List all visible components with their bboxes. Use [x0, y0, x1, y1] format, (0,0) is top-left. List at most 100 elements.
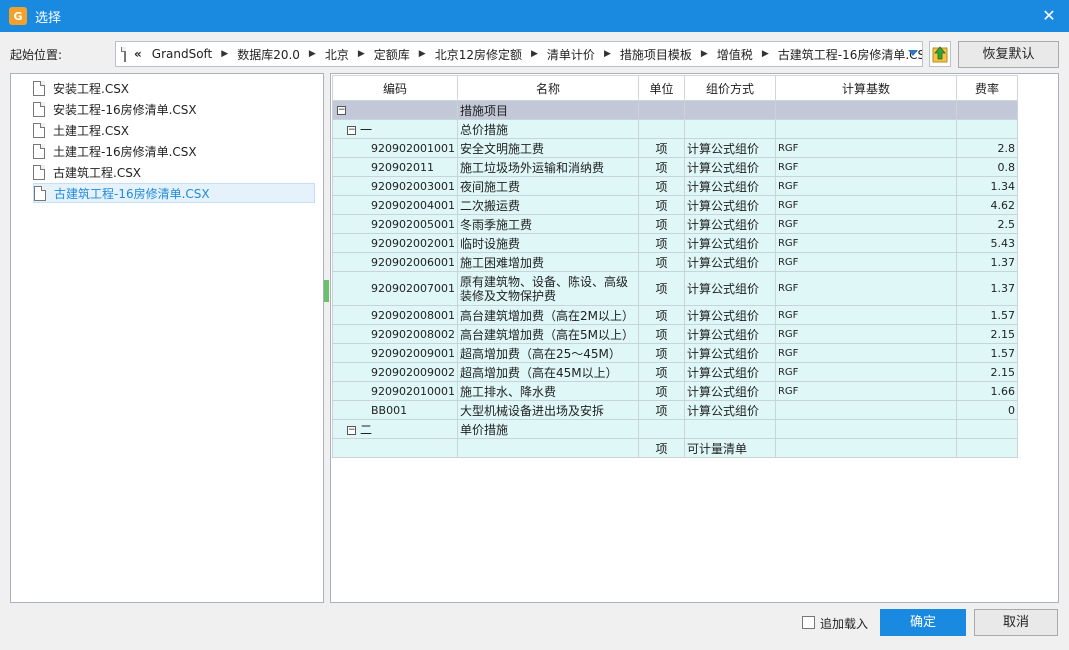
breadcrumb-back-icon[interactable]: « — [134, 47, 142, 61]
cell-rate — [955, 119, 1018, 139]
ok-button[interactable]: 确定 — [880, 609, 966, 636]
breadcrumb-item[interactable]: 数据库20.0 — [237, 46, 300, 63]
cell-method: 计算公式组价 — [683, 343, 776, 363]
cell-method: 计算公式组价 — [683, 195, 776, 215]
cell-code: − 二 — [332, 419, 458, 439]
method-text: 计算公式组价 — [686, 160, 759, 175]
name-text: 二次搬运费 — [459, 198, 520, 213]
collapse-icon[interactable]: − — [347, 425, 356, 435]
table-row[interactable]: 920902010001 施工排水、降水费 项 计算公式组价 RGF 1.66 — [332, 381, 1018, 401]
breadcrumb-separator-icon[interactable]: ▶ — [221, 49, 228, 59]
cell-unit: 项 — [637, 324, 685, 344]
reset-default-button[interactable]: 恢复默认 — [958, 41, 1059, 68]
table-row[interactable]: 920902004001 二次搬运费 项 计算公式组价 RGF 4.62 — [332, 195, 1018, 215]
append-load-checkbox[interactable] — [802, 616, 815, 629]
method-text: 计算公式组价 — [686, 327, 759, 342]
close-button[interactable]: ✕ — [1039, 6, 1059, 26]
file-item[interactable]: 古建筑工程-16房修清单.CSX — [33, 183, 315, 203]
cell-name: 超高增加费（高在25～45M） — [456, 343, 639, 363]
breadcrumb-separator-icon[interactable]: ▶ — [762, 49, 769, 59]
column-header[interactable]: 组价方式 — [683, 75, 776, 101]
table-row[interactable]: 920902002001 临时设施费 项 计算公式组价 RGF 5.43 — [332, 233, 1018, 253]
collapse-icon[interactable]: − — [347, 125, 356, 135]
table-row[interactable]: 920902009002 超高增加费（高在45M以上） 项 计算公式组价 RGF 2.15 — [332, 362, 1018, 382]
breadcrumb-separator-icon[interactable]: ▶ — [309, 49, 316, 59]
table-row[interactable]: 920902008002 高台建筑增加费（高在5M以上） 项 计算公式组价 RGF 2.1… — [332, 324, 1018, 344]
code-text: 920902002001 — [371, 236, 455, 250]
column-header[interactable]: 费率 — [955, 75, 1018, 101]
breadcrumb-item[interactable]: GrandSoft — [152, 47, 213, 61]
breadcrumb-item[interactable]: 北京12房修定额 — [435, 46, 522, 63]
file-icon — [33, 122, 45, 138]
table-row[interactable]: 920902003001 夜间施工费 项 计算公式组价 RGF 1.34 — [332, 176, 1018, 196]
breadcrumb: GrandSoft ▶ 数据库20.0 ▶ 北京 ▶ 定额库 ▶ 北京12房修定额 ▶ 清单计价 ▶ 措… — [152, 46, 922, 63]
breadcrumb-item[interactable]: 清单计价 — [547, 46, 595, 63]
table-row[interactable]: 920902005001 冬雨季施工费 项 计算公式组价 RGF 2.5 — [332, 214, 1018, 234]
cell-name: 施工垃圾场外运输和消纳费 — [456, 157, 639, 177]
method-text: 计算公式组价 — [686, 141, 759, 156]
file-icon — [33, 80, 45, 96]
table-row[interactable]: 920902007001 原有建筑物、设备、陈设、高级装修及文物保护费 项 计算公式组… — [332, 271, 1018, 306]
name-text: 总价措施 — [459, 122, 508, 137]
cell-rate — [955, 438, 1018, 458]
cell-base: RGF — [774, 252, 957, 272]
file-item[interactable]: 安装工程.CSX — [33, 78, 129, 98]
name-text: 大型机械设备进出场及安拆 — [459, 403, 604, 418]
breadcrumb-item[interactable]: 措施项目模板 — [620, 46, 692, 63]
cell-unit: 项 — [637, 157, 685, 177]
cell-base — [774, 400, 957, 420]
breadcrumb-separator-icon[interactable]: ▶ — [419, 49, 426, 59]
chevron-down-icon[interactable] — [908, 50, 918, 56]
path-bar[interactable]: « GrandSoft ▶ 数据库20.0 ▶ 北京 ▶ 定额库 ▶ 北京12房修定额 ▶ 清单计价… — [115, 41, 923, 67]
splitter-handle[interactable] — [324, 280, 329, 302]
column-header[interactable]: 单位 — [637, 75, 685, 101]
file-name: 安装工程-16房修清单.CSX — [53, 102, 197, 117]
go-up-button[interactable] — [929, 41, 951, 67]
table-row[interactable]: 920902006001 施工困难增加费 项 计算公式组价 RGF 1.37 — [332, 252, 1018, 272]
cell-name: 总价措施 — [456, 119, 639, 139]
breadcrumb-item[interactable]: 古建筑工程-16房修清单.CSX — [778, 46, 922, 63]
file-item[interactable]: 古建筑工程.CSX — [33, 162, 141, 182]
cell-code: 920902007001 — [332, 271, 458, 306]
column-header[interactable]: 计算基数 — [774, 75, 957, 101]
file-item[interactable]: 土建工程-16房修清单.CSX — [33, 141, 197, 161]
cell-unit — [637, 100, 685, 120]
table-row[interactable]: 920902009001 超高增加费（高在25～45M） 项 计算公式组价 RGF 1.5… — [332, 343, 1018, 363]
cell-method: 计算公式组价 — [683, 324, 776, 344]
breadcrumb-item[interactable]: 增值税 — [717, 46, 753, 63]
cell-base: RGF — [774, 343, 957, 363]
cell-rate: 1.34 — [955, 176, 1018, 196]
breadcrumb-separator-icon[interactable]: ▶ — [531, 49, 538, 59]
breadcrumb-separator-icon[interactable]: ▶ — [604, 49, 611, 59]
table-row[interactable]: 920902011 施工垃圾场外运输和消纳费 项 计算公式组价 RGF 0.8 — [332, 157, 1018, 177]
unit-text: 项 — [655, 198, 668, 213]
title-bar: G 选择 ✕ — [0, 0, 1069, 32]
collapse-icon[interactable]: − — [337, 106, 346, 115]
cancel-button[interactable]: 取消 — [974, 609, 1058, 636]
code-text: 920902010001 — [371, 384, 455, 398]
cell-unit: 项 — [637, 362, 685, 382]
table-row[interactable]: − 措施项目 — [332, 100, 1018, 120]
breadcrumb-item[interactable]: 北京 — [325, 46, 349, 63]
unit-text: 项 — [655, 255, 668, 270]
table-row[interactable]: 920902001001 安全文明施工费 项 计算公式组价 RGF 2.8 — [332, 138, 1018, 158]
breadcrumb-separator-icon[interactable]: ▶ — [701, 49, 708, 59]
cell-rate: 2.15 — [955, 362, 1018, 382]
table-row[interactable]: − 一总价措施 — [332, 119, 1018, 139]
file-item[interactable]: 土建工程.CSX — [33, 120, 129, 140]
unit-text: 项 — [655, 365, 668, 380]
cell-base — [774, 419, 957, 439]
table-row[interactable]: BB001 大型机械设备进出场及安拆 项 计算公式组价 0 — [332, 400, 1018, 420]
file-item[interactable]: 安装工程-16房修清单.CSX — [33, 99, 197, 119]
file-icon — [33, 101, 45, 117]
cell-rate: 0 — [955, 400, 1018, 420]
column-header[interactable]: 名称 — [456, 75, 639, 101]
breadcrumb-separator-icon[interactable]: ▶ — [358, 49, 365, 59]
cell-name: 施工排水、降水费 — [456, 381, 639, 401]
column-header[interactable]: 编码 — [332, 75, 458, 101]
table-row[interactable]: 920902008001 高台建筑增加费（高在2M以上） 项 计算公式组价 RGF 1.5… — [332, 305, 1018, 325]
cell-code: 920902010001 — [332, 381, 458, 401]
table-row[interactable]: 项 可计量清单 — [332, 438, 1018, 458]
breadcrumb-item[interactable]: 定额库 — [374, 46, 410, 63]
table-row[interactable]: − 二单价措施 — [332, 419, 1018, 439]
